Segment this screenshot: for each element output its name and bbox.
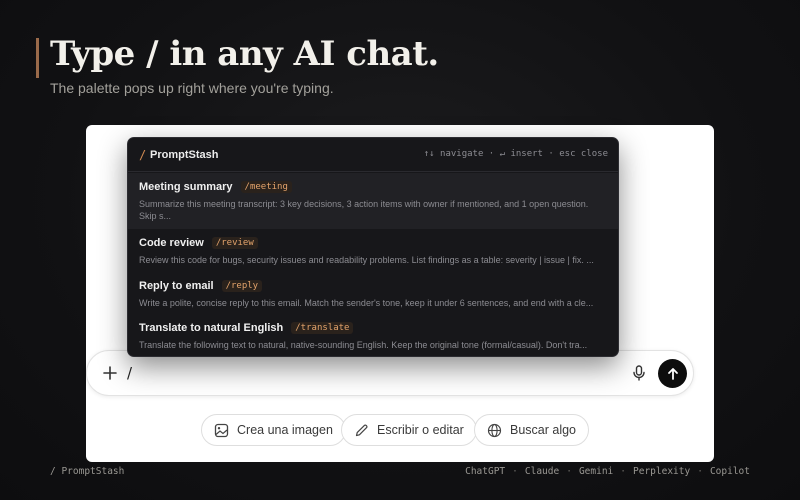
pencil-icon (355, 423, 368, 436)
globe-icon (487, 423, 502, 437)
footer-supported-apps: ChatGPT · Claude · Gemini · Perplexity ·… (465, 466, 750, 477)
palette-header: / PromptStash ↑↓ navigate · ↵ insert · e… (128, 138, 618, 172)
plus-icon[interactable] (101, 364, 119, 382)
prompt-item-reply[interactable]: Reply to email /reply Write a polite, co… (128, 272, 618, 314)
send-button[interactable] (658, 359, 687, 388)
prompt-description: Summarize this meeting transcript: 3 key… (139, 199, 589, 221)
palette-slash-icon: / (139, 148, 147, 162)
chip-write-edit[interactable]: Escribir o editar (341, 414, 477, 446)
palette-title: PromptStash (150, 149, 219, 161)
chip-create-image[interactable]: Crea una imagen (201, 414, 346, 446)
footer-separator: · (697, 466, 703, 477)
keyboard-hints: ↑↓ navigate · ↵ insert · esc close (423, 149, 608, 159)
prompt-name: Meeting summary (139, 181, 233, 193)
prompt-description: Translate the following text to natural,… (139, 340, 588, 350)
prompt-command-tag: /reply (221, 280, 263, 292)
prompt-command-tag: /meeting (240, 181, 292, 193)
arrow-up-icon (667, 367, 678, 380)
footer-separator: · (512, 466, 518, 477)
footer-link-copilot: Copilot (709, 466, 750, 477)
chat-input[interactable]: / (127, 364, 132, 382)
hero-subtitle: The palette pops up right where you're t… (50, 80, 334, 96)
microphone-icon[interactable] (630, 364, 648, 382)
chip-label: Escribir o editar (377, 423, 464, 437)
prompt-item-review[interactable]: Code review /review Review this code for… (128, 229, 618, 272)
prompt-name: Code review (139, 237, 204, 249)
prompt-description: Review this code for bugs, security issu… (139, 255, 594, 265)
image-icon (214, 423, 229, 437)
footer-link-gemini: Gemini (578, 466, 614, 477)
prompt-name: Reply to email (139, 280, 214, 292)
footer-separator: · (566, 466, 572, 477)
chip-label: Buscar algo (510, 423, 577, 437)
chip-search[interactable]: Buscar algo (474, 414, 590, 446)
suggestion-chips: Crea una imagen Escribir o editar Buscar… (0, 414, 800, 446)
prompt-name: Translate to natural English (139, 322, 284, 334)
hero-title: Type / in any AI chat. (50, 34, 439, 74)
hero-accent-bar (36, 38, 39, 78)
footer-link-claude: Claude (524, 466, 560, 477)
footer-link-chatgpt: ChatGPT (465, 466, 506, 477)
prompt-item-translate[interactable]: Translate to natural English /translate … (128, 314, 618, 356)
command-palette[interactable]: / PromptStash ↑↓ navigate · ↵ insert · e… (127, 137, 619, 357)
footer-brand: / PromptStash (50, 466, 125, 477)
prompt-description: Write a polite, concise reply to this em… (139, 298, 594, 308)
footer-separator: · (620, 466, 627, 477)
prompt-command-tag: /translate (291, 322, 354, 334)
footer-link-perplexity: Perplexity (633, 466, 691, 477)
prompt-command-tag: /review (211, 237, 258, 249)
prompt-item-meeting[interactable]: Meeting summary /meeting Summarize this … (128, 173, 618, 229)
chip-label: Crea una imagen (237, 423, 333, 437)
